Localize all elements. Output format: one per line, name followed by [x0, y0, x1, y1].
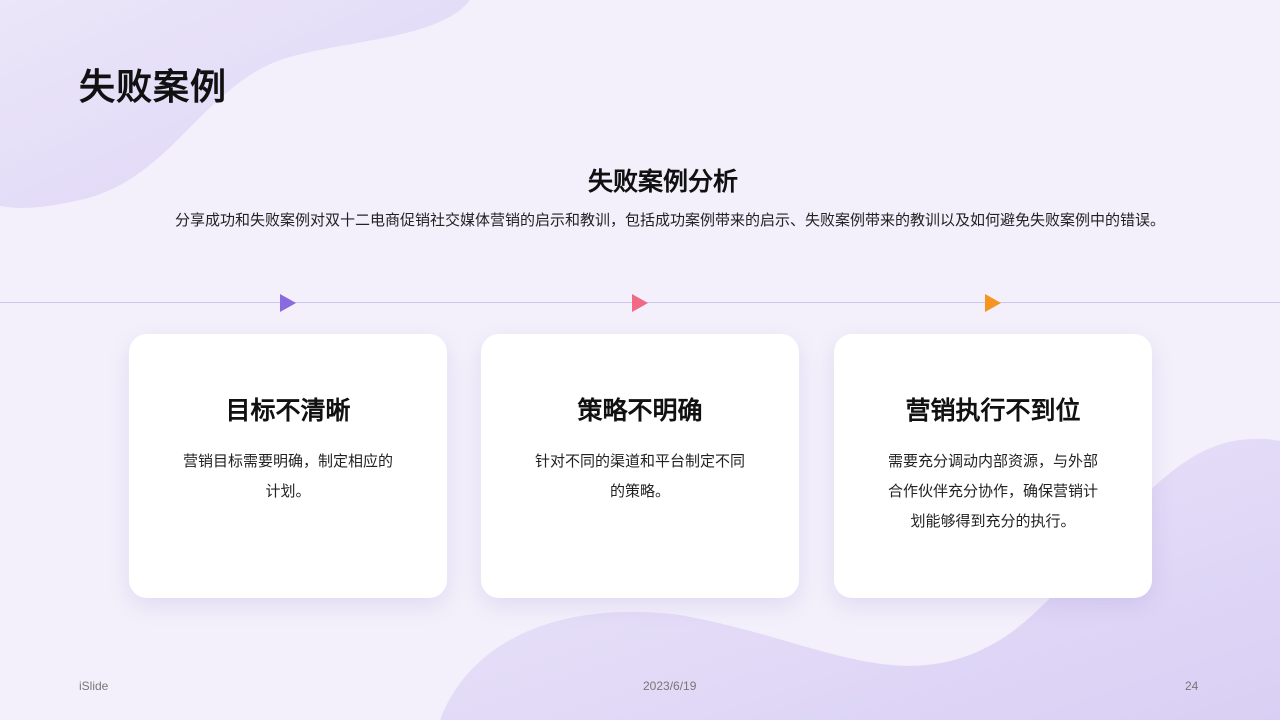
- footer-date: 2023/6/19: [643, 679, 697, 693]
- failure-card: 营销执行不到位 需要充分调动内部资源，与外部合作伙伴充分协作，确保营销计划能够得…: [834, 334, 1152, 598]
- play-marker-icon: [985, 294, 1001, 312]
- card-text: 针对不同的渠道和平台制定不同的策略。: [534, 452, 745, 500]
- failure-card: 策略不明确 针对不同的渠道和平台制定不同的策略。: [481, 334, 799, 598]
- play-marker-icon: [632, 294, 648, 312]
- failure-card: 目标不清晰 营销目标需要明确，制定相应的计划。: [129, 334, 447, 598]
- section-description: 分享成功和失败案例对双十二电商促销社交媒体营销的启示和教训，包括成功案例带来的启…: [174, 211, 1165, 229]
- card-title: 目标不清晰: [225, 396, 351, 425]
- slide: 失败案例 失败案例分析 分享成功和失败案例对双十二电商促销社交媒体营销的启示和教…: [0, 0, 1280, 720]
- footer-brand: iSlide: [79, 679, 109, 693]
- footer-page-number: 24: [1185, 679, 1199, 693]
- card-title: 营销执行不到位: [905, 396, 1081, 425]
- card-text: 需要充分调动内部资源，与外部合作伙伴充分协作，确保营销计划能够得到充分的执行。: [887, 452, 1098, 530]
- card-title: 策略不明确: [577, 396, 703, 425]
- page-title: 失败案例: [79, 67, 228, 108]
- card-text: 营销目标需要明确，制定相应的计划。: [182, 452, 393, 500]
- section-heading: 失败案例分析: [587, 167, 738, 196]
- play-marker-icon: [280, 294, 296, 312]
